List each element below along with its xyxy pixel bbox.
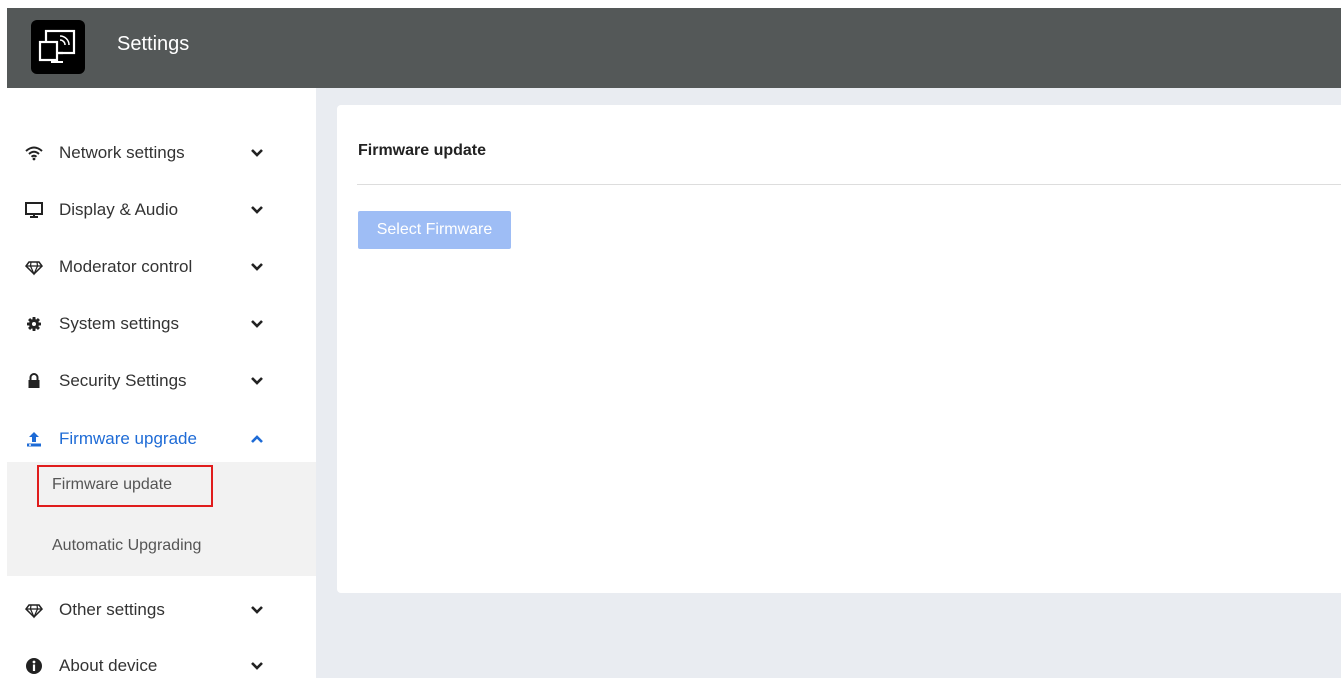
- wifi-icon: [25, 144, 43, 162]
- chevron-up-icon[interactable]: [250, 432, 264, 446]
- sidebar-item-other-settings[interactable]: Other settings: [7, 589, 316, 629]
- sidebar-item-moderator-control[interactable]: Moderator control: [7, 246, 316, 286]
- chevron-down-icon[interactable]: [250, 203, 264, 217]
- upload-icon: [25, 430, 43, 448]
- chevron-down-icon[interactable]: [250, 659, 264, 673]
- submenu-item-label: Firmware update: [52, 476, 173, 493]
- app-title: Settings: [117, 33, 190, 55]
- chevron-down-icon[interactable]: [250, 317, 264, 331]
- monitor-icon: [25, 201, 43, 219]
- sidebar-item-label: Security Settings: [59, 371, 187, 390]
- screen-cast-icon: [31, 20, 85, 74]
- divider: [357, 184, 1341, 185]
- sidebar-item-label: Moderator control: [59, 257, 193, 276]
- sidebar-item-firmware-upgrade[interactable]: Firmware upgrade: [7, 418, 316, 458]
- sidebar-item-about-device[interactable]: About device: [7, 645, 316, 685]
- gear-icon: [25, 315, 43, 333]
- submenu-item-label: Automatic Upgrading: [52, 537, 202, 554]
- sidebar-item-label: Firmware upgrade: [59, 429, 197, 448]
- sidebar-item-label: Other settings: [59, 600, 165, 619]
- chevron-down-icon[interactable]: [250, 146, 264, 160]
- diamond-icon: [25, 258, 43, 276]
- info-icon: [25, 657, 43, 675]
- sidebar-item-network-settings[interactable]: Network settings: [7, 132, 316, 172]
- lock-icon: [25, 372, 43, 390]
- chevron-down-icon[interactable]: [250, 260, 264, 274]
- sidebar-item-system-settings[interactable]: System settings: [7, 303, 316, 343]
- card-title: Firmware update: [358, 142, 487, 159]
- sidebar-item-security-settings[interactable]: Security Settings: [7, 360, 316, 400]
- sidebar-item-label: System settings: [59, 314, 179, 333]
- submenu-item-automatic-upgrading[interactable]: Automatic Upgrading: [7, 526, 316, 576]
- diamond-icon: [25, 601, 43, 619]
- select-firmware-button[interactable]: Select Firmware: [358, 211, 511, 249]
- chevron-down-icon[interactable]: [250, 603, 264, 617]
- sidebar-item-label: Network settings: [59, 143, 185, 162]
- sidebar-item-label: Display & Audio: [59, 200, 179, 219]
- sidebar-item-display-audio[interactable]: Display & Audio: [7, 189, 316, 229]
- app-header: Settings: [7, 8, 1341, 88]
- sidebar-item-label: About device: [59, 656, 158, 675]
- sidebar: Network settings Display & Audio Moderat…: [7, 88, 316, 678]
- firmware-update-card: Firmware update Select Firmware: [337, 105, 1341, 593]
- chevron-down-icon[interactable]: [250, 374, 264, 388]
- submenu-item-firmware-update[interactable]: Firmware update: [7, 465, 316, 515]
- firmware-upgrade-submenu: Firmware update Automatic Upgrading: [7, 462, 316, 576]
